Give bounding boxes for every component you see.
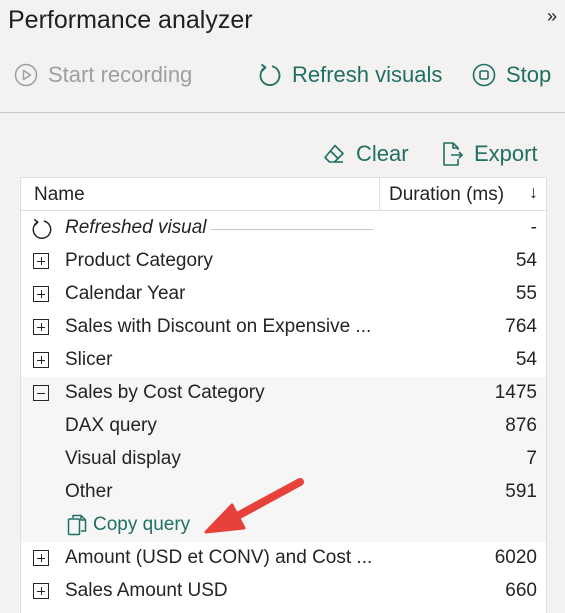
table-row: DAX query 876 [21,410,546,443]
row-name: Product Category [65,250,213,271]
panel-title: Performance analyzer [8,6,253,34]
row-duration: 1475 [494,382,537,403]
stop-button[interactable]: Stop [472,56,551,94]
column-header-duration[interactable]: Duration (ms) [389,184,504,206]
row-name: Amount (USD et CONV) and Cost ... [65,547,373,568]
row-duration: - [530,217,537,238]
table-row: Visual display 7 [21,443,546,476]
stop-label: Stop [506,62,552,87]
row-name: Visual display [65,448,181,469]
row-name: Refreshed visual [65,217,207,238]
start-recording-label: Start recording [48,62,193,87]
table-row[interactable]: Slicer 54 [21,344,546,377]
toolbar: Start recording Refresh visuals Stop [0,56,565,94]
expand-icon[interactable] [33,286,49,302]
collapse-pane-button[interactable]: » [547,6,557,27]
table-row: Copy query [21,509,546,542]
actions-bar: Clear Export [0,136,565,172]
row-duration: 876 [505,415,537,436]
collapse-icon[interactable] [33,385,49,401]
toolbar-divider [0,112,565,113]
expand-icon[interactable] [33,253,49,269]
start-recording-button[interactable]: Start recording [14,56,192,94]
row-name: Slicer [65,349,113,370]
row-duration: 6020 [494,547,537,568]
row-duration: 660 [505,580,537,601]
table-header: Name Duration (ms) ↓ [21,178,546,211]
row-duration: 7 [526,448,537,469]
play-circle-icon [14,63,38,87]
export-button[interactable]: Export [440,136,538,172]
table-row: Refreshed visual - [21,212,546,245]
row-name: Sales with Discount on Expensive ... [65,316,372,337]
stop-icon [472,63,496,87]
column-separator [379,178,380,211]
row-rule [211,229,373,230]
performance-table: Name Duration (ms) ↓ Refreshed visual - … [20,177,547,613]
export-icon [443,142,463,166]
refresh-visuals-label: Refresh visuals [292,62,443,87]
row-duration: 54 [515,349,537,370]
table-row[interactable]: Sales with Discount on Expensive ... 764 [21,311,546,344]
sort-arrow-icon[interactable]: ↓ [529,182,538,203]
expand-icon[interactable] [33,583,49,599]
copy-icon [67,514,87,536]
table-row[interactable]: Sales Amount USD 660 [21,575,546,608]
expand-icon[interactable] [33,319,49,335]
table-row[interactable]: Product Category 54 [21,245,546,278]
row-name: DAX query [65,415,157,436]
row-duration: 54 [515,250,537,271]
clear-label: Clear [356,141,409,166]
copy-query-link[interactable]: Copy query [67,514,190,536]
refresh-visuals-button[interactable]: Refresh visuals [258,56,442,94]
table-row[interactable]: Calendar Year 55 [21,278,546,311]
eraser-icon [324,144,344,163]
refresh-icon [32,218,52,239]
column-header-name[interactable]: Name [34,184,85,206]
row-duration: 591 [505,481,537,502]
table-row: Other 591 [21,476,546,509]
expand-icon[interactable] [33,550,49,566]
table-row[interactable]: Sales by Cost Category 1475 [21,377,546,410]
row-duration: 764 [505,316,537,337]
row-name: Calendar Year [65,283,186,304]
clear-button[interactable]: Clear [322,136,409,172]
panel-header: Performance analyzer » [0,0,565,40]
row-name: Other [65,481,113,502]
row-name: Sales Amount USD [65,580,228,601]
copy-query-label: Copy query [93,514,191,535]
table-row[interactable]: Amount (USD et CONV) and Cost ... 6020 [21,542,546,575]
expand-icon[interactable] [33,352,49,368]
export-label: Export [474,141,538,166]
refresh-icon [259,63,281,86]
row-name: Sales by Cost Category [65,382,265,403]
row-duration: 55 [515,283,537,304]
table-body: Refreshed visual - Product Category 54 C… [21,212,546,608]
